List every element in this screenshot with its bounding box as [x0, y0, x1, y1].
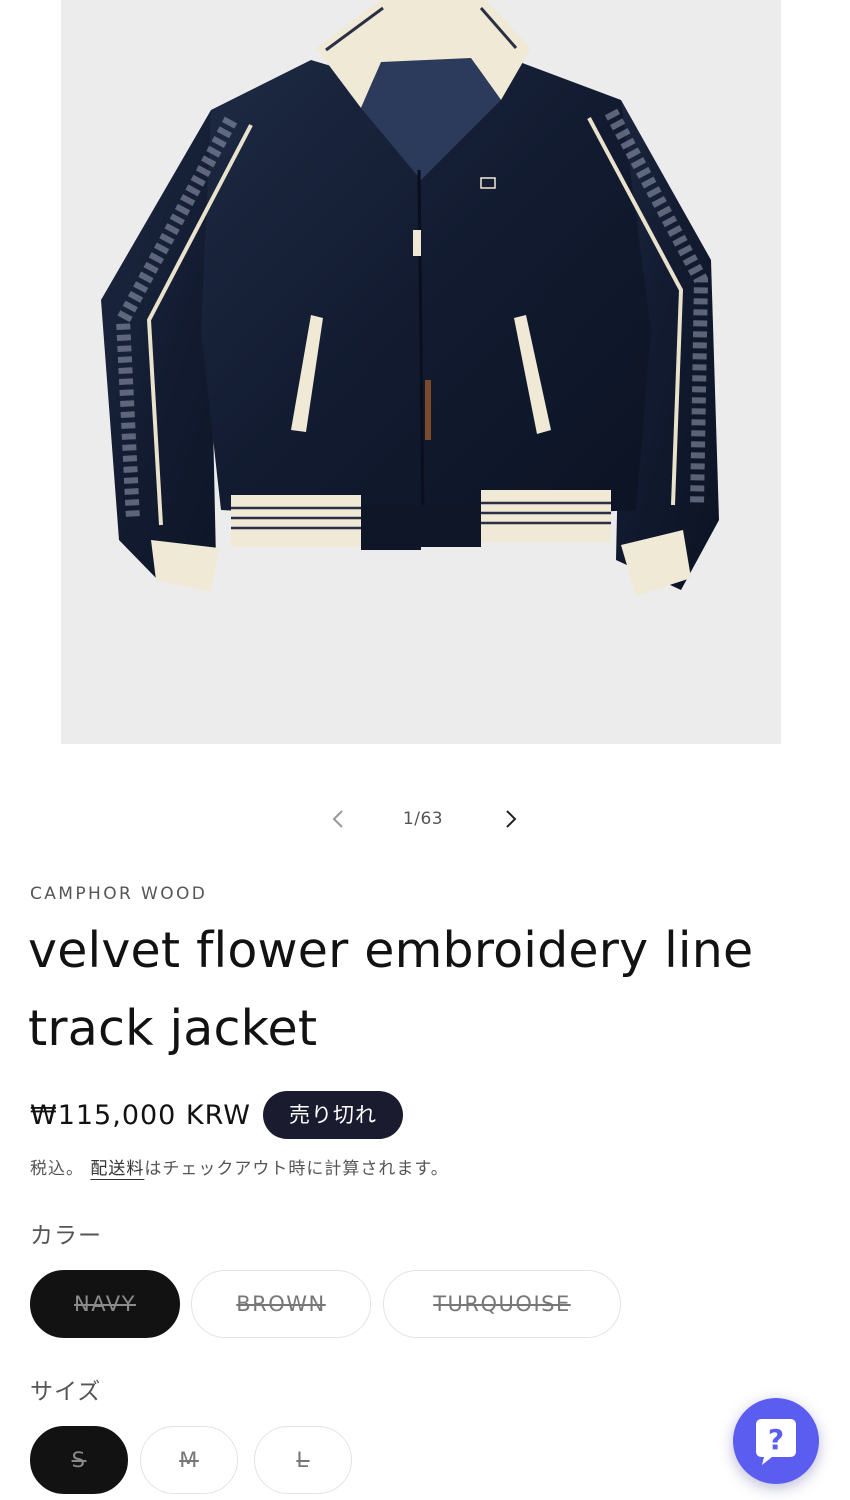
sold-out-badge: 売り切れ: [263, 1091, 403, 1139]
svg-text:?: ?: [768, 1423, 784, 1456]
shipping-policy-link[interactable]: 配送料: [90, 1159, 144, 1179]
chevron-left-icon: [332, 810, 343, 828]
color-option-label: カラー: [30, 1223, 102, 1249]
product-vendor: CAMPHOR WOOD: [30, 884, 208, 904]
color-swatch-turquoise[interactable]: TURQUOISE: [383, 1270, 621, 1338]
slide-counter: 1/63: [402, 809, 444, 829]
size-swatch-s[interactable]: S: [30, 1426, 128, 1494]
gallery-slider-controls: 1/63: [0, 802, 850, 836]
size-swatch-m[interactable]: M: [140, 1426, 238, 1494]
product-title: velvet flower embroidery line track jack…: [28, 922, 754, 1057]
size-option-label: サイズ: [30, 1379, 102, 1405]
product-image[interactable]: [61, 0, 781, 744]
previous-slide-button[interactable]: [321, 802, 355, 836]
color-swatch-navy[interactable]: NAVY: [30, 1270, 180, 1338]
next-slide-button[interactable]: [494, 802, 528, 836]
tax-prefix: 税込。: [30, 1159, 84, 1179]
chevron-right-icon: [506, 810, 517, 828]
product-price: ₩115,000 KRW: [30, 1099, 251, 1131]
question-mark-chat-icon: ?: [756, 1419, 796, 1465]
tax-suffix: はチェックアウト時に計算されます。: [144, 1159, 449, 1179]
color-swatch-brown[interactable]: BROWN: [191, 1270, 371, 1338]
price-row: ₩115,000 KRW 売り切れ: [30, 1090, 403, 1140]
tax-shipping-note: 税込。 配送料はチェックアウト時に計算されます。: [30, 1154, 449, 1179]
size-swatch-l[interactable]: L: [254, 1426, 352, 1494]
help-chat-button[interactable]: ?: [733, 1398, 819, 1484]
track-jacket-illustration: [101, 0, 719, 596]
